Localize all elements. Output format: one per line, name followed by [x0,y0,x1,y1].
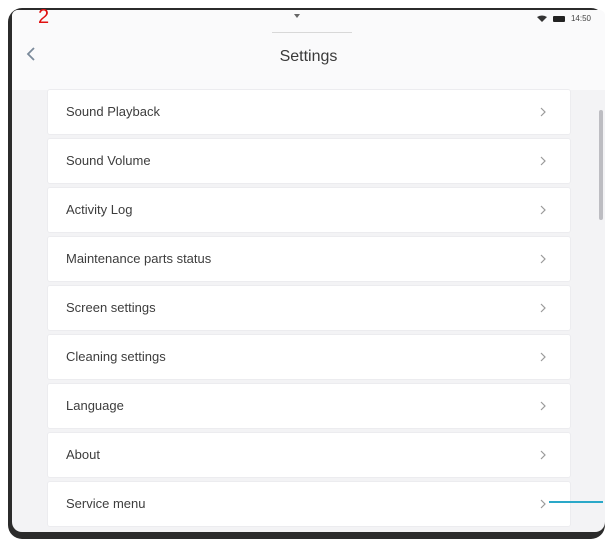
chevron-right-icon [540,205,546,215]
chevron-right-icon [540,156,546,166]
menu-item-label: Service menu [66,496,146,511]
status-bar: 14:50 [536,14,591,23]
menu-item-label: About [66,447,100,462]
header-bar: 14:50 Settings [12,10,605,90]
scrollbar[interactable] [599,102,603,522]
chevron-right-icon [540,254,546,264]
wifi-icon [536,15,547,22]
menu-item-label: Maintenance parts status [66,251,212,266]
status-time: 14:50 [570,14,591,23]
pull-down-handle-icon[interactable] [294,14,300,18]
menu-item-screen-settings[interactable]: Screen settings [48,286,570,330]
chevron-right-icon [540,401,546,411]
pull-down-line [272,32,352,33]
menu-item-label: Activity Log [66,202,133,217]
chevron-right-icon [540,450,546,460]
chevron-right-icon [540,303,546,313]
menu-item-sound-playback[interactable]: Sound Playback [48,90,570,134]
menu-item-label: Screen settings [66,300,156,315]
chevron-right-icon [540,352,546,362]
menu-item-label: Cleaning settings [66,349,166,364]
scrollbar-thumb[interactable] [599,110,603,220]
settings-screen: 14:50 Settings Sound Playback Sound Volu… [12,10,605,532]
menu-item-language[interactable]: Language [48,384,570,428]
menu-item-maintenance-parts-status[interactable]: Maintenance parts status [48,237,570,281]
menu-item-label: Language [66,398,124,413]
settings-list: Sound Playback Sound Volume Activity Log… [48,90,570,531]
chevron-right-icon [540,499,546,509]
menu-item-cleaning-settings[interactable]: Cleaning settings [48,335,570,379]
callout-line [549,501,603,503]
page-title: Settings [279,48,338,65]
battery-icon [552,15,565,22]
menu-item-about[interactable]: About [48,433,570,477]
menu-item-sound-volume[interactable]: Sound Volume [48,139,570,183]
menu-item-label: Sound Playback [66,104,160,119]
annotation-number: 2 [38,6,50,28]
chevron-right-icon [540,107,546,117]
menu-item-activity-log[interactable]: Activity Log [48,188,570,232]
menu-item-label: Sound Volume [66,153,151,168]
menu-item-service-menu[interactable]: Service menu [48,482,570,526]
